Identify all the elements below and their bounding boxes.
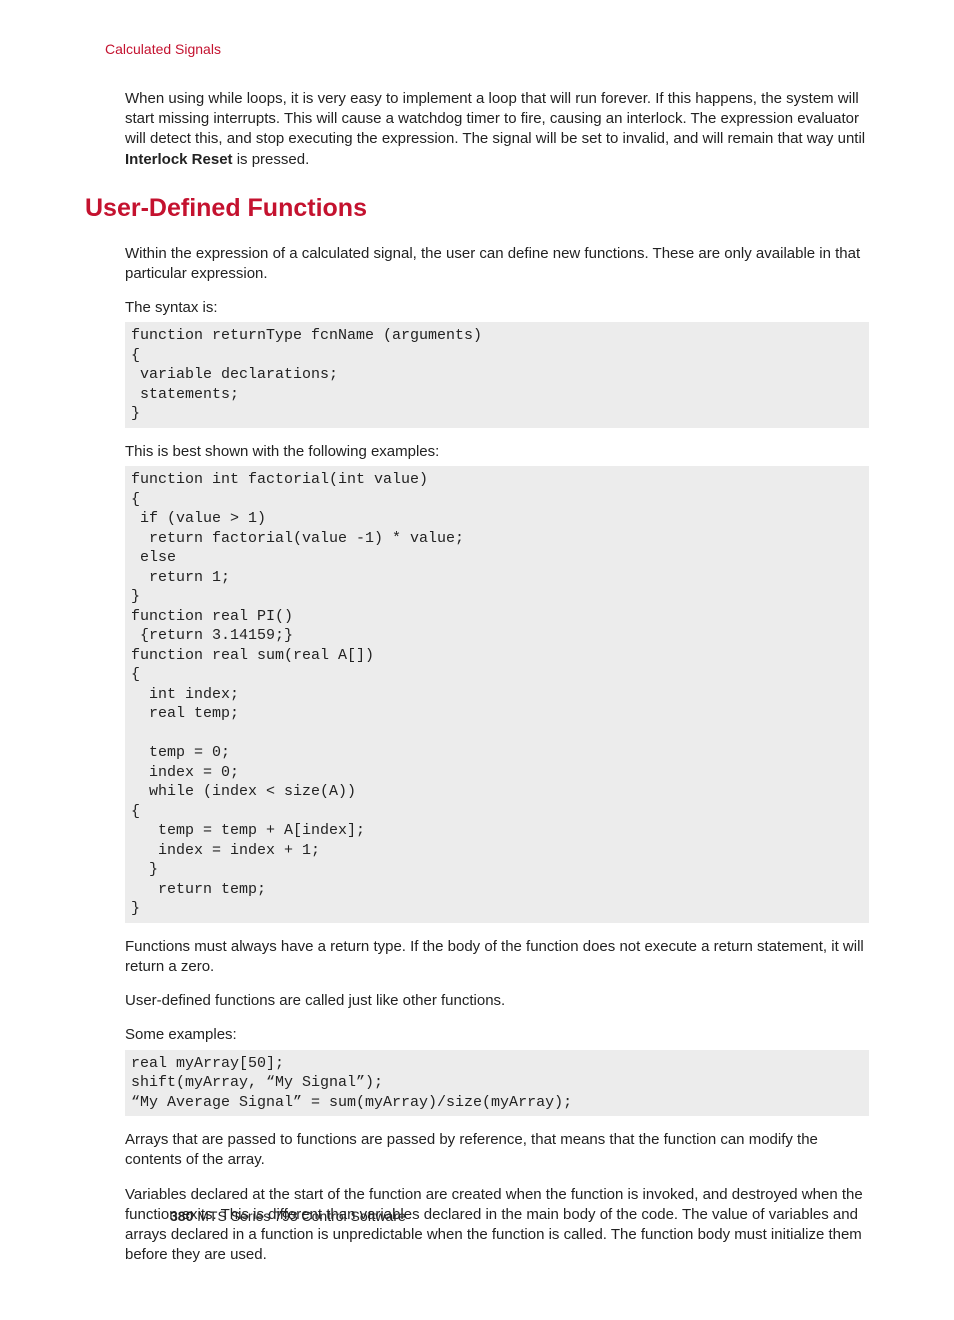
paragraph-arrays-ref: Arrays that are passed to functions are … [125, 1130, 869, 1171]
page-footer: 380 MTS Series 793 Control Software [170, 1207, 406, 1226]
footer-doc-title: MTS Series 793 Control Software [197, 1208, 406, 1224]
section-title: User-Defined Functions [85, 192, 869, 226]
interlock-reset-label: Interlock Reset [125, 151, 233, 168]
paragraph-examples-label: This is best shown with the following ex… [125, 442, 869, 462]
intro-text-a: When using while loops, it is very easy … [125, 90, 865, 148]
paragraph-called-like: User-defined functions are called just l… [125, 991, 869, 1011]
paragraph-syntax-label: The syntax is: [125, 298, 869, 318]
intro-text-b: is pressed. [233, 151, 310, 168]
code-examples: function int factorial(int value) { if (… [125, 466, 869, 923]
paragraph-intro: Within the expression of a calculated si… [125, 244, 869, 285]
breadcrumb: Calculated Signals [105, 40, 869, 59]
code-syntax: function returnType fcnName (arguments) … [125, 322, 869, 428]
paragraph-some-examples: Some examples: [125, 1025, 869, 1045]
paragraph-return-type: Functions must always have a return type… [125, 937, 869, 978]
page-number: 380 [170, 1208, 193, 1224]
code-some-examples: real myArray[50]; shift(myArray, “My Sig… [125, 1050, 869, 1117]
intro-paragraph: When using while loops, it is very easy … [125, 89, 869, 170]
